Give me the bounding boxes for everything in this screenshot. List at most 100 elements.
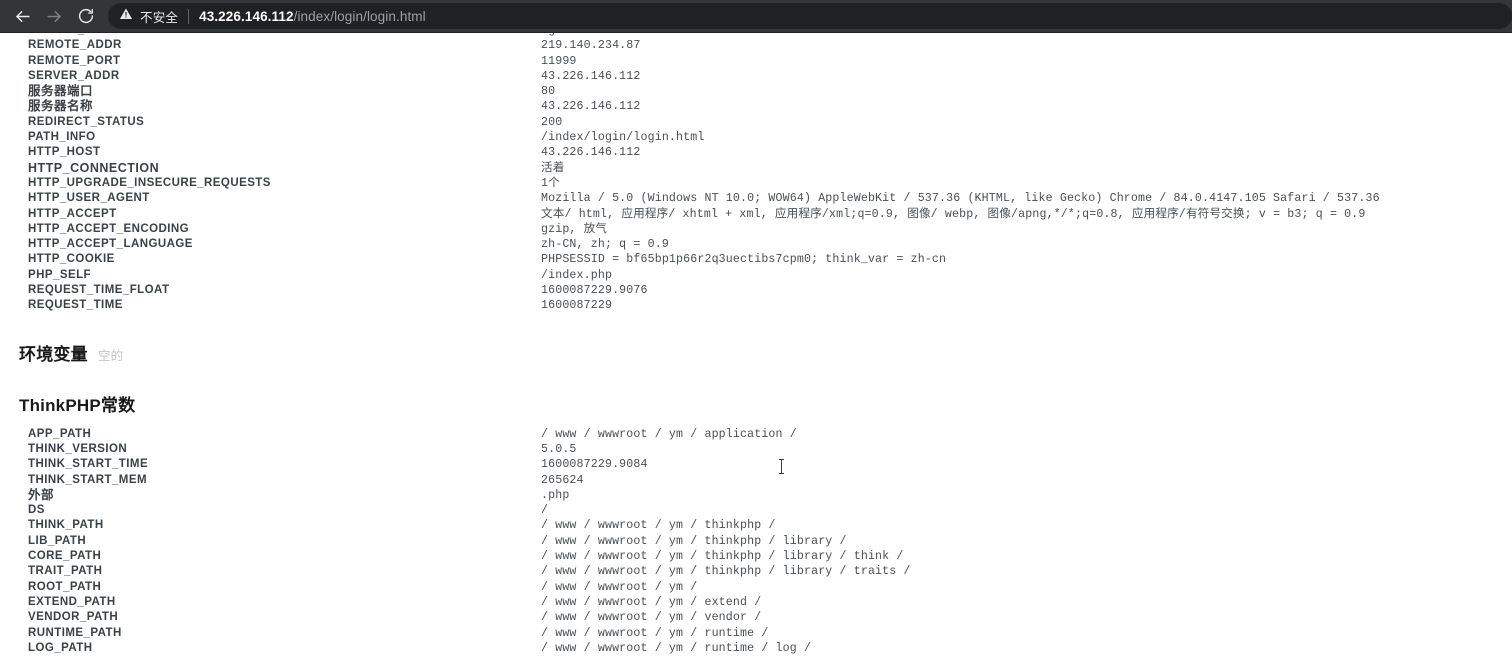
kv-value: 200 (541, 115, 563, 129)
kv-value: / www / wwwroot / ym / thinkphp / librar… (541, 534, 847, 548)
address-bar[interactable]: 不安全 43.226.146.112/index/login/login.htm… (108, 3, 1512, 29)
kv-value: / www / wwwroot / ym / thinkphp / librar… (541, 565, 911, 579)
kv-key: REQUEST_TIME (28, 299, 123, 312)
kv-key: REDIRECT_STATUS (28, 115, 145, 128)
kv-key: REQUEST_TIME_FLOAT (28, 284, 170, 297)
kv-value: / www / wwwroot / ym / application / (541, 427, 797, 441)
kv-key: LIB_PATH (28, 534, 87, 547)
table-row: REDIRECT_STATUS 200 (0, 115, 1512, 130)
table-row: PHP_SELF/index.php (0, 268, 1512, 283)
kv-value: 43.226.146.112 (541, 69, 641, 83)
kv-key: THINK_PATH (28, 519, 104, 532)
table-row: PATH_INFO/index/login/login.html (0, 130, 1512, 145)
browser-toolbar: 不安全 43.226.146.112/index/login/login.htm… (0, 0, 1512, 33)
kv-key: REMOTE_PORT (28, 54, 121, 67)
url-path: /index/login/login.html (293, 8, 426, 24)
omnibox-divider (188, 8, 190, 24)
table-row: APP_PATH / www / wwwroot / ym / applicati… (0, 427, 1512, 442)
kv-table-server-vars: SERVER_SOFTWAREnginx / 1.15.10REMOTE_ADD… (0, 33, 1512, 314)
kv-value: 1600087229.9084 (541, 458, 648, 472)
kv-key: HTTP_ACCEPT_ENCODING (28, 222, 190, 235)
table-row: REQUEST_TIME 1600087229 (0, 298, 1512, 313)
warning-triangle-icon (119, 7, 133, 26)
kv-value: gzip, 放气 (541, 222, 608, 236)
table-row: VENDOR_PATH / www / wwwroot / ym / vendor… (0, 610, 1512, 625)
table-row: CORE_PATH / www / wwwroot / ym / thinkphp… (0, 549, 1512, 564)
kv-key: DS (28, 504, 45, 517)
kv-key: PATH_INFO (28, 131, 96, 144)
kv-key: EXTEND_PATH (28, 595, 116, 608)
table-row: 服务器名称 43.226.146.112 (0, 99, 1512, 114)
kv-key: PHP_SELF (28, 268, 92, 281)
url-host: 43.226.146.112 (199, 8, 294, 24)
kv-value: 11999 (541, 54, 577, 68)
table-row: 服务器端口 80 (0, 84, 1512, 99)
forward-arrow-icon (45, 7, 64, 26)
table-row: ROOT_PATH / www / wwwroot / ym / (0, 580, 1512, 595)
kv-value: 5.0.5 (541, 442, 577, 456)
kv-table-thinkphp-constants: APP_PATH / www / wwwroot / ym / applicati… (0, 427, 1512, 656)
kv-key: HTTP_CONNECTION (28, 160, 160, 175)
kv-value: zh-CN, zh; q = 0.9 (541, 238, 669, 252)
kv-key: TRAIT_PATH (28, 565, 103, 578)
kv-value: / www / wwwroot / ym / runtime / (541, 626, 769, 640)
kv-value: Mozilla / 5.0 (Windows NT 10.0; WOW64) A… (541, 192, 1380, 206)
security-status-chip[interactable]: 不安全 (119, 7, 178, 26)
section-heading-thinkphp-constants: ThinkPHP常数 (0, 391, 1512, 416)
url-text[interactable]: 43.226.146.112/index/login/login.html (199, 9, 426, 24)
kv-key: CORE_PATH (28, 550, 102, 563)
table-row: TRAIT_PATH / www / wwwroot / ym / thinkph… (0, 564, 1512, 579)
kv-key: THINK_VERSION (28, 442, 128, 455)
kv-value: 活着 (541, 161, 565, 175)
kv-key: LOG_PATH (28, 641, 93, 654)
table-row: 外部 .php (0, 488, 1512, 503)
table-row: HTTP_UPGRADE_INSECURE_REQUESTS 1个 (0, 176, 1512, 191)
kv-value: 43.226.146.112 (541, 146, 641, 160)
kv-key: HTTP_UPGRADE_INSECURE_REQUESTS (28, 176, 271, 189)
kv-value: / www / wwwroot / ym / (541, 580, 698, 594)
kv-key: THINK_START_TIME (28, 458, 149, 471)
table-row: LIB_PATH / www / wwwroot / ym / thinkphp … (0, 534, 1512, 549)
kv-value: / www / wwwroot / ym / extend / (541, 595, 762, 609)
back-button[interactable] (6, 2, 38, 30)
kv-value: / www / wwwroot / ym / vendor / (541, 611, 762, 625)
reload-button[interactable] (70, 2, 102, 30)
kv-key: THINK_START_MEM (28, 473, 147, 486)
page-content: SERVER_SOFTWAREnginx / 1.15.10REMOTE_ADD… (0, 33, 1512, 657)
kv-key: HTTP_HOST (28, 146, 101, 159)
table-row: THINK_VERSION 5.0.5 (0, 442, 1512, 457)
section-empty-badge: 空的 (97, 348, 124, 363)
table-row: THINK_START_MEM 265624 (0, 473, 1512, 488)
heading-spacer (0, 416, 1512, 427)
table-row: HTTP_ACCEPT_ENCODING gzip, 放气 (0, 222, 1512, 237)
kv-value: .php (541, 488, 570, 502)
table-row: THINK_START_TIME 1600087229.9084 (0, 457, 1512, 472)
security-status-text: 不安全 (140, 10, 179, 25)
kv-value: / (541, 504, 549, 518)
kv-key: HTTP_USER_AGENT (28, 192, 150, 205)
kv-key: RUNTIME_PATH (28, 626, 122, 639)
kv-value: 43.226.146.112 (541, 100, 641, 114)
kv-value: 219.140.234.87 (541, 39, 641, 53)
back-arrow-icon (13, 7, 32, 26)
kv-value: 80 (541, 85, 556, 99)
section-title: ThinkPHP常数 (19, 395, 136, 415)
table-row: RUNTIME_PATH / www / wwwroot / ym / runti… (0, 626, 1512, 641)
forward-button[interactable] (38, 2, 70, 30)
kv-key: 外部 (28, 487, 55, 502)
kv-key: HTTP_ACCEPT_LANGUAGE (28, 238, 193, 251)
kv-key: REMOTE_ADDR (28, 39, 122, 52)
kv-value: / www / wwwroot / ym / runtime / log / (541, 641, 812, 655)
table-row: HTTP_USER_AGENT Mozilla / 5.0 (Windows NT… (0, 191, 1512, 206)
kv-value: / www / wwwroot / ym / thinkphp / librar… (541, 550, 904, 564)
section-title: 环境变量 (19, 344, 88, 364)
table-row: LOG_PATH / www / wwwroot / ym / runtime /… (0, 641, 1512, 656)
section-heading-env-vars: 环境变量 空的 (0, 340, 1512, 365)
kv-key: HTTP_ACCEPT (28, 207, 117, 220)
table-row: THINK_PATH / www / wwwroot / ym / thinkph… (0, 518, 1512, 533)
table-row: HTTP_ACCEPT_LANGUAGE zh-CN, zh; q = 0.9 (0, 237, 1512, 252)
kv-key: ROOT_PATH (28, 580, 102, 593)
kv-value: 265624 (541, 473, 584, 487)
